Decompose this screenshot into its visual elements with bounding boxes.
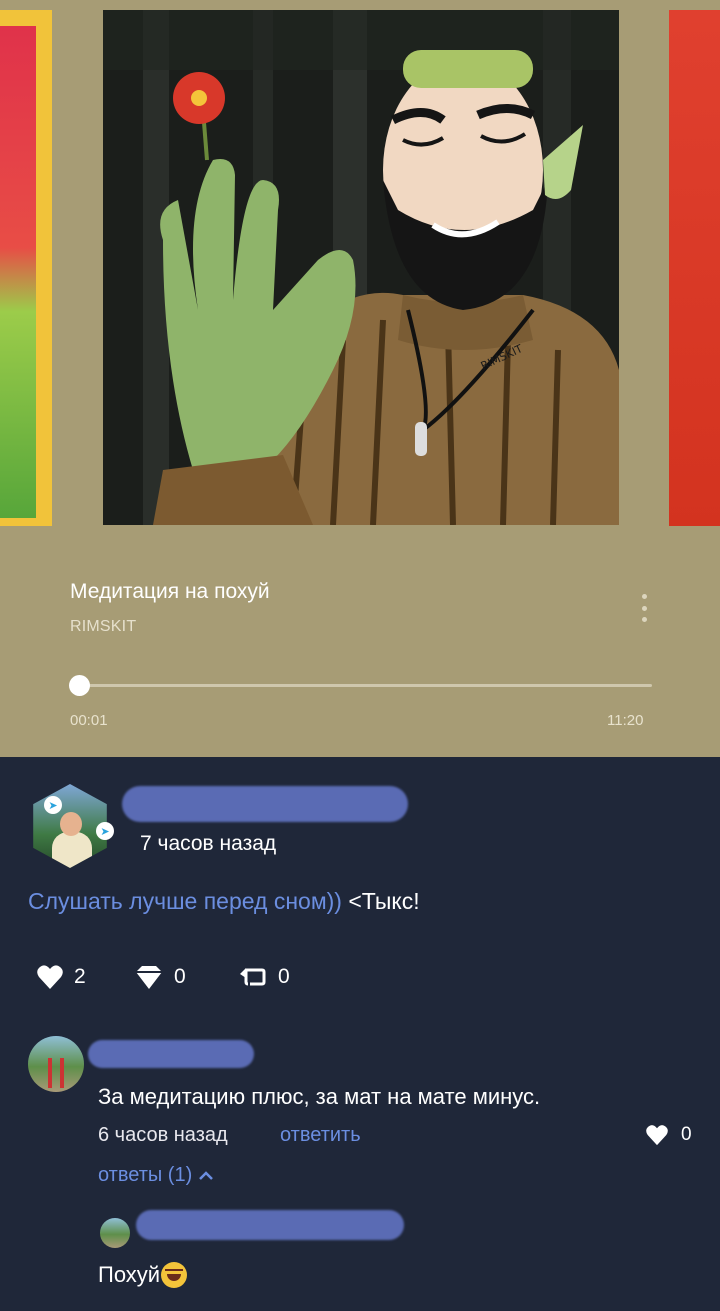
previous-cover-art: [0, 26, 36, 518]
post-timestamp: 7 часов назад: [140, 832, 277, 855]
more-vertical-icon: [641, 594, 647, 599]
total-time: 11:20: [607, 712, 644, 729]
comment-text: За медитацию плюс, за мат на мате минус.: [98, 1084, 541, 1109]
progress-bar[interactable]: [78, 684, 652, 687]
chevron-up-icon: [199, 1170, 214, 1180]
previous-track-cover[interactable]: [0, 10, 52, 526]
reply-author-name-redacted[interactable]: [136, 1210, 404, 1240]
replies-toggle[interactable]: ответы (1): [98, 1164, 214, 1187]
comment-like-button[interactable]: 0: [645, 1124, 692, 1146]
cover-illustration: RIMSKIT: [103, 10, 619, 525]
track-artist[interactable]: RIMSKIT: [70, 618, 136, 636]
post-text-tail: <Тыкс!: [341, 888, 420, 914]
audio-player: RIMSKIT Медитация на похуй RIMSKIT 00:01…: [0, 0, 720, 757]
reply-button[interactable]: ответить: [280, 1124, 361, 1147]
reply-author-avatar[interactable]: [100, 1218, 130, 1248]
dislike-count: 0: [174, 965, 186, 988]
repost-count: 0: [278, 965, 290, 988]
heart-icon: [37, 965, 63, 989]
reply-text: Похуй: [98, 1262, 188, 1288]
more-options-button[interactable]: [632, 590, 656, 626]
album-cover: RIMSKIT: [103, 10, 619, 525]
current-time: 00:01: [70, 712, 108, 729]
comment-like-count: 0: [681, 1124, 692, 1145]
repost-button[interactable]: 0: [238, 964, 290, 990]
telegram-icon: ➤: [44, 796, 62, 814]
next-track-cover[interactable]: [669, 10, 720, 526]
dislike-icon: [136, 966, 162, 989]
commenter-name-redacted[interactable]: [88, 1040, 254, 1068]
progress-knob[interactable]: [69, 675, 90, 696]
replies-label: ответы (1): [98, 1164, 193, 1186]
repost-icon: [240, 968, 266, 986]
comment-timestamp: 6 часов назад: [98, 1124, 228, 1146]
track-title: Медитация на похуй: [70, 580, 270, 603]
like-count: 2: [74, 965, 86, 988]
telegram-icon: ➤: [96, 822, 114, 840]
rofl-emoji-icon: [161, 1262, 188, 1288]
like-button[interactable]: 2: [36, 964, 86, 990]
heart-icon: [646, 1125, 668, 1146]
post-link[interactable]: Слушать лучше перед сном)): [28, 888, 342, 914]
dislike-button[interactable]: 0: [134, 964, 186, 990]
post-text: Слушать лучше перед сном)) <Тыкс!: [28, 888, 420, 915]
reply-text-content: Похуй: [98, 1262, 161, 1287]
commenter-avatar[interactable]: [28, 1036, 84, 1092]
author-name-redacted[interactable]: [122, 786, 408, 822]
